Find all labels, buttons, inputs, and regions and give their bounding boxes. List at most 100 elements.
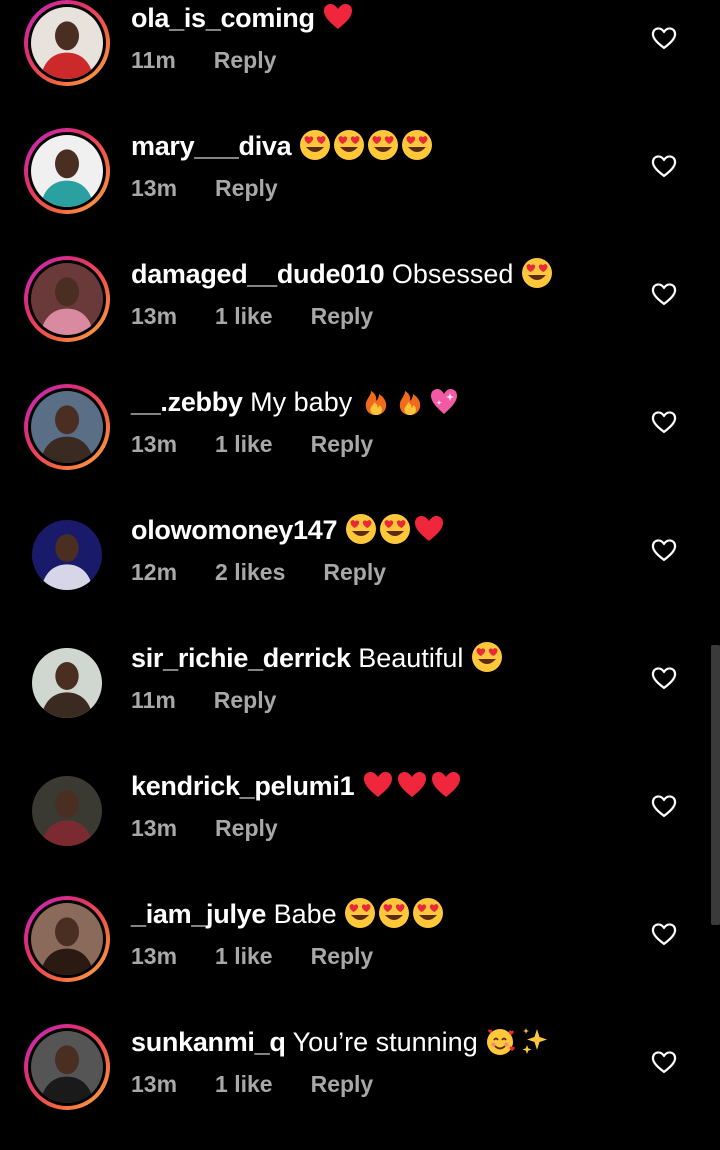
comment-row: kendrick_pelumi1 13m Reply — [0, 766, 720, 894]
red-heart-emoji — [362, 769, 394, 801]
heart-eyes-emoji — [379, 513, 411, 545]
avatar-story-ring[interactable] — [24, 128, 110, 214]
comment-meta: 12m 2 likes Reply — [131, 556, 424, 588]
comment-time: 13m — [131, 815, 178, 841]
comment-time: 11m — [131, 687, 176, 713]
comment-row: ola_is_coming 11m Reply — [0, 0, 720, 126]
comment-text-line: olowomoney147 — [131, 510, 447, 550]
comment-username[interactable]: olowomoney147 — [131, 515, 337, 545]
comment-like-count[interactable]: 1 like — [215, 1071, 273, 1097]
comment-username[interactable]: damaged__dude010 — [131, 259, 385, 289]
heart-outline-icon[interactable] — [650, 408, 678, 436]
comment-time: 11m — [131, 47, 176, 73]
comment-username[interactable]: sir_richie_derrick — [131, 643, 351, 673]
heart-eyes-emoji — [471, 641, 503, 673]
heart-outline-icon[interactable] — [650, 792, 678, 820]
heart-outline-icon[interactable] — [650, 1048, 678, 1076]
avatar-image — [31, 263, 103, 335]
comment-meta: 13m 1 like Reply — [131, 1068, 411, 1100]
avatar-image — [31, 7, 103, 79]
comment-row: olowomoney147 12m 2 likes Reply — [0, 510, 720, 638]
avatar-image — [32, 648, 102, 718]
heart-eyes-emoji — [333, 129, 365, 161]
reply-button[interactable]: Reply — [215, 815, 278, 841]
avatar-image — [31, 391, 103, 463]
comment-username[interactable]: ola_is_coming — [131, 3, 315, 33]
comment-body: Obsessed — [391, 259, 514, 289]
scrollbar[interactable] — [711, 645, 720, 925]
comment-username[interactable]: __.zebby — [131, 387, 243, 417]
red-heart-emoji — [322, 1, 354, 33]
avatar[interactable] — [24, 640, 110, 726]
red-heart-emoji — [413, 513, 445, 545]
avatar-story-ring[interactable] — [24, 896, 110, 982]
comment-row: __.zebby My baby 13m 1 like Reply — [0, 382, 720, 510]
comment-meta: 13m Reply — [131, 172, 316, 204]
heart-eyes-emoji — [401, 129, 433, 161]
comment-time: 13m — [131, 943, 178, 969]
comment-username[interactable]: mary___diva — [131, 131, 292, 161]
avatar-story-ring[interactable] — [24, 256, 110, 342]
avatar-story-ring[interactable] — [24, 0, 110, 86]
comment-meta: 13m 1 like Reply — [131, 300, 411, 332]
avatar-story-ring[interactable] — [24, 1024, 110, 1110]
comment-time: 13m — [131, 1071, 178, 1097]
comment-like-count[interactable]: 1 like — [215, 943, 273, 969]
comment-text-line: __.zebby My baby — [131, 382, 462, 422]
heart-outline-icon[interactable] — [650, 24, 678, 52]
comment-text-line: mary___diva — [131, 126, 435, 166]
heart-outline-icon[interactable] — [650, 152, 678, 180]
comment-meta: 13m Reply — [131, 812, 316, 844]
heart-eyes-emoji — [344, 897, 376, 929]
comment-meta: 13m 1 like Reply — [131, 428, 411, 460]
avatar-story-ring[interactable] — [24, 384, 110, 470]
avatar-image — [31, 135, 103, 207]
sparkles-emoji — [519, 1025, 551, 1057]
comment-text-line: sunkanmi_q You’re stunning — [131, 1022, 553, 1062]
comment-body: Babe — [273, 899, 337, 929]
reply-button[interactable]: Reply — [311, 943, 374, 969]
red-heart-emoji — [430, 769, 462, 801]
heart-outline-icon[interactable] — [650, 536, 678, 564]
comment-username[interactable]: _iam_julye — [131, 899, 266, 929]
comment-like-count[interactable]: 2 likes — [215, 559, 285, 585]
comment-text-line: ola_is_coming — [131, 0, 356, 38]
heart-eyes-emoji — [521, 257, 553, 289]
reply-button[interactable]: Reply — [323, 559, 386, 585]
red-heart-emoji — [396, 769, 428, 801]
reply-button[interactable]: Reply — [311, 1071, 374, 1097]
reply-button[interactable]: Reply — [311, 431, 374, 457]
sparkling-heart-emoji — [428, 385, 460, 417]
comment-text-line: damaged__dude010 Obsessed — [131, 254, 555, 294]
comment-row: mary___diva 13m Reply — [0, 126, 720, 254]
comment-meta: 13m 1 like Reply — [131, 940, 411, 972]
comment-time: 12m — [131, 559, 178, 585]
avatar-image — [31, 1031, 103, 1103]
comment-time: 13m — [131, 303, 178, 329]
comment-username[interactable]: sunkanmi_q — [131, 1027, 286, 1057]
reply-button[interactable]: Reply — [311, 303, 374, 329]
comment-like-count[interactable]: 1 like — [215, 303, 273, 329]
heart-outline-icon[interactable] — [650, 920, 678, 948]
comment-text-line: _iam_julye Babe — [131, 894, 446, 934]
heart-eyes-emoji — [299, 129, 331, 161]
comment-row: damaged__dude010 Obsessed 13m 1 like Reply — [0, 254, 720, 382]
reply-button[interactable]: Reply — [215, 175, 278, 201]
comment-like-count[interactable]: 1 like — [215, 431, 273, 457]
comment-username[interactable]: kendrick_pelumi1 — [131, 771, 355, 801]
heart-eyes-emoji — [367, 129, 399, 161]
smiling-face-with-hearts-emoji — [485, 1025, 517, 1057]
heart-outline-icon[interactable] — [650, 280, 678, 308]
comment-row: _iam_julye Babe 13m 1 like Reply — [0, 894, 720, 1022]
avatar[interactable] — [24, 512, 110, 598]
reply-button[interactable]: Reply — [214, 47, 277, 73]
heart-outline-icon[interactable] — [650, 664, 678, 692]
comment-text-line: kendrick_pelumi1 — [131, 766, 464, 806]
comment-body: Beautiful — [358, 643, 464, 673]
comment-body: You’re stunning — [292, 1027, 478, 1057]
comment-meta: 11m Reply — [131, 684, 314, 716]
fire-emoji — [394, 385, 426, 417]
reply-button[interactable]: Reply — [214, 687, 277, 713]
fire-emoji — [360, 385, 392, 417]
avatar[interactable] — [24, 768, 110, 854]
